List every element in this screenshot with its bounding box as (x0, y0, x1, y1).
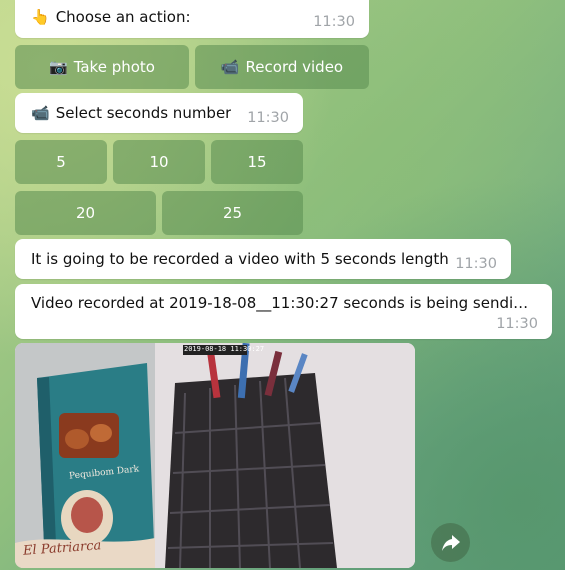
record-video-button[interactable]: 📹 Record video (195, 45, 369, 89)
message-time: 11:30 (313, 14, 355, 30)
message-time: 11:30 (247, 110, 289, 126)
message-choose-action: 👆 Choose an action: 11:30 (15, 0, 369, 38)
message-text: 👆 Choose an action: (31, 8, 191, 26)
seconds-button-15[interactable]: 15 (211, 140, 303, 184)
video-timestamp-overlay: 2019-08-18 11:30:27 (184, 345, 265, 353)
message-time: 11:30 (455, 256, 497, 272)
seconds-button-5[interactable]: 5 (15, 140, 107, 184)
message-select-seconds: 📹 Select seconds number 11:30 (15, 93, 303, 133)
seconds-button-25[interactable]: 25 (162, 191, 303, 235)
message-recording-notice: It is going to be recorded a video with … (15, 239, 511, 279)
video-frame (15, 343, 415, 568)
camera-icon: 📷 (49, 58, 68, 76)
video-message[interactable]: 2019-08-18 11:30:27 Pequibom Dark El Pat… (15, 343, 415, 568)
take-photo-button[interactable]: 📷 Take photo (15, 45, 189, 89)
message-text: 📹 Select seconds number (31, 104, 232, 122)
message-text: It is going to be recorded a video with … (31, 250, 449, 268)
message-time: 11:30 (496, 316, 538, 332)
message-sending-notice: Video recorded at 2019-18-08__11:30:27 s… (15, 284, 552, 339)
video-camera-icon: 📹 (31, 104, 50, 122)
share-button[interactable] (431, 523, 470, 562)
share-arrow-icon (441, 534, 460, 551)
seconds-button-20[interactable]: 20 (15, 191, 156, 235)
video-camera-icon: 📹 (220, 58, 240, 76)
message-text: Video recorded at 2019-18-08__11:30:27 s… (31, 294, 536, 312)
chat-history: 👆 Choose an action: 11:30 📷 Take photo 📹 … (0, 0, 565, 570)
pointing-up-icon: 👆 (31, 8, 50, 26)
seconds-button-10[interactable]: 10 (113, 140, 205, 184)
take-photo-label: Take photo (73, 58, 155, 76)
record-video-label: Record video (245, 58, 344, 76)
